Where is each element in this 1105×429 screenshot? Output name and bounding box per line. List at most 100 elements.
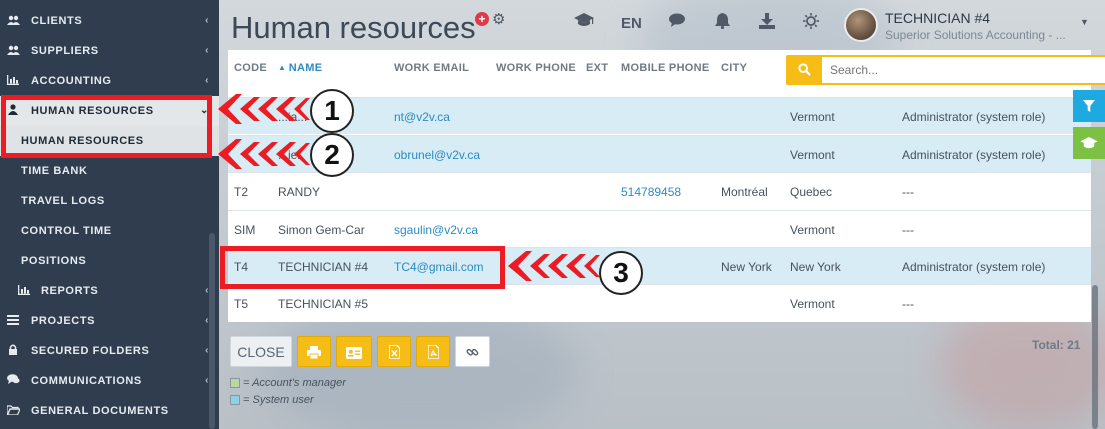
cell-role: Administrator (system role) <box>902 110 1046 124</box>
cell-province: Vermont <box>790 297 835 311</box>
sidebar-item-label: CLIENTS <box>31 15 83 27</box>
avatar[interactable] <box>844 8 878 42</box>
lock-icon <box>6 344 20 358</box>
annotation-badge: 1 <box>310 89 354 133</box>
sidebar-subitem-control-time[interactable]: CONTROL TIME <box>0 216 219 246</box>
cell-mobile[interactable]: 514789458 <box>621 185 681 199</box>
sidebar-item-label: SECURED FOLDERS <box>31 345 150 357</box>
main-content: Human resources + ⚙ EN TECHNICIAN #4 Sup… <box>219 0 1105 429</box>
bar-chart-icon <box>18 284 30 298</box>
sidebar-item-general-documents[interactable]: GENERAL DOCUMENTS <box>0 396 219 426</box>
cell-province: Vermont <box>790 148 835 162</box>
sidebar-item-clients[interactable]: CLIENTS ‹ <box>0 6 219 36</box>
column-header-ext[interactable]: EXT <box>586 62 608 74</box>
legend-swatch-blue <box>230 395 240 405</box>
annotation-highlight-box <box>1 95 212 158</box>
link-icon <box>466 348 479 356</box>
sidebar-subitem-reports[interactable]: REPORTS ‹ <box>0 276 219 306</box>
sidebar-subitem-label: TRAVEL LOGS <box>21 195 105 207</box>
page-title: Human resources <box>231 10 476 45</box>
cell-name: TECHNICIAN #5 <box>278 297 369 311</box>
cell-email[interactable]: sgaulin@v2v.ca <box>394 223 478 237</box>
sidebar-subitem-label: CONTROL TIME <box>21 225 112 237</box>
column-header-name[interactable]: ▲ NAME <box>278 62 322 74</box>
sidebar-item-label: GENERAL DOCUMENTS <box>31 405 169 417</box>
cell-code: SIM <box>234 223 256 237</box>
cell-code: T5 <box>234 297 249 311</box>
user-name[interactable]: TECHNICIAN #4 <box>885 10 990 26</box>
cell-province: Quebec <box>790 185 833 199</box>
graduation-cap-icon[interactable] <box>574 13 594 33</box>
export-pdf-button[interactable] <box>416 336 450 367</box>
table-row[interactable]: ...ier obrunel@v2v.ca Vermont Administra… <box>228 135 1091 172</box>
total-count: Total: 21 <box>1032 338 1081 352</box>
legend-label: = Account's manager <box>243 377 346 389</box>
sidebar-item-accounting[interactable]: ACCOUNTING ‹ <box>0 66 219 96</box>
close-button[interactable]: CLOSE <box>230 336 292 367</box>
sidebar: CLIENTS ‹ SUPPLIERS ‹ ACCOUNTING ‹ HUMAN… <box>0 0 219 429</box>
sidebar-item-suppliers[interactable]: SUPPLIERS ‹ <box>0 36 219 66</box>
id-card-icon <box>346 347 362 359</box>
search-button[interactable] <box>786 55 822 85</box>
filter-button[interactable] <box>1073 90 1105 122</box>
list-icon <box>6 314 20 328</box>
cell-city: New York <box>721 260 772 274</box>
cell-role: Administrator (system role) <box>902 148 1046 162</box>
column-header-work-email[interactable]: WORK EMAIL <box>394 62 469 74</box>
annotation-arrow-icon <box>218 139 310 169</box>
sidebar-item-projects[interactable]: PROJECTS ‹ <box>0 306 219 336</box>
export-excel-button[interactable] <box>377 336 411 367</box>
contact-card-button[interactable] <box>336 336 372 367</box>
file-pdf-icon <box>426 344 440 360</box>
users-icon <box>6 45 20 58</box>
sidebar-scrollbar[interactable] <box>209 233 215 429</box>
column-header-mobile-phone[interactable]: MOBILE PHONE <box>621 62 710 74</box>
print-button[interactable] <box>297 336 331 367</box>
cell-email[interactable]: obrunel@v2v.ca <box>394 148 480 162</box>
filter-icon <box>1083 100 1095 112</box>
sort-ascending-icon: ▲ <box>278 63 289 72</box>
sidebar-item-communications[interactable]: COMMUNICATIONS ‹ <box>0 366 219 396</box>
cell-email[interactable]: nt@v2v.ca <box>394 110 450 124</box>
link-button[interactable] <box>455 336 490 367</box>
column-header-city[interactable]: CITY <box>721 62 747 74</box>
add-icon[interactable]: + <box>475 12 489 26</box>
bar-chart-icon <box>6 74 20 88</box>
bell-icon[interactable] <box>715 13 730 34</box>
table-row[interactable]: T2 RANDY 514789458 Montréal Quebec --- <box>228 172 1091 209</box>
cell-province: Vermont <box>790 110 835 124</box>
sidebar-subitem-label: TIME BANK <box>21 165 88 177</box>
annotation-badge: 3 <box>599 251 643 295</box>
gear-icon[interactable]: ⚙ <box>492 10 505 28</box>
annotation-arrow-icon <box>508 251 600 281</box>
column-header-code[interactable]: CODE <box>234 62 267 74</box>
caret-down-icon[interactable]: ▼ <box>1080 17 1089 27</box>
sidebar-item-secured-folders[interactable]: SECURED FOLDERS ‹ <box>0 336 219 366</box>
annotation-badge: 2 <box>310 133 354 177</box>
annotation-highlight-box <box>220 246 505 289</box>
table-row[interactable]: SIM Simon Gem-Car sgaulin@v2v.ca Vermont… <box>228 210 1091 247</box>
graduation-cap-icon <box>1080 137 1098 149</box>
download-icon[interactable] <box>759 13 775 34</box>
table-row[interactable]: T5 TECHNICIAN #5 Vermont --- <box>228 284 1091 321</box>
cell-role: Administrator (system role) <box>902 260 1046 274</box>
column-header-work-phone[interactable]: WORK PHONE <box>496 62 576 74</box>
search-input[interactable] <box>822 55 1105 85</box>
user-company: Superior Solutions Accounting - ... <box>885 28 1066 42</box>
brightness-icon[interactable] <box>803 13 819 34</box>
cell-name: RANDY <box>278 185 321 199</box>
sidebar-item-label: COMMUNICATIONS <box>31 375 142 387</box>
training-button[interactable] <box>1073 127 1105 159</box>
legend-swatch-green <box>230 378 240 388</box>
main-scrollbar[interactable] <box>1092 285 1098 429</box>
sidebar-subitem-time-bank[interactable]: TIME BANK <box>0 156 219 186</box>
sidebar-subitem-positions[interactable]: POSITIONS <box>0 246 219 276</box>
sidebar-item-label: ACCOUNTING <box>31 75 112 87</box>
language-selector[interactable]: EN <box>621 15 642 32</box>
sidebar-subitem-label: REPORTS <box>41 285 99 297</box>
annotation-arrow-icon <box>218 94 310 124</box>
chat-icon[interactable] <box>669 13 687 33</box>
table-row[interactable]: ...ia... nt@v2v.ca Vermont Administrator… <box>228 97 1091 134</box>
sidebar-subitem-travel-logs[interactable]: TRAVEL LOGS <box>0 186 219 216</box>
sidebar-subitem-label: POSITIONS <box>21 255 87 267</box>
